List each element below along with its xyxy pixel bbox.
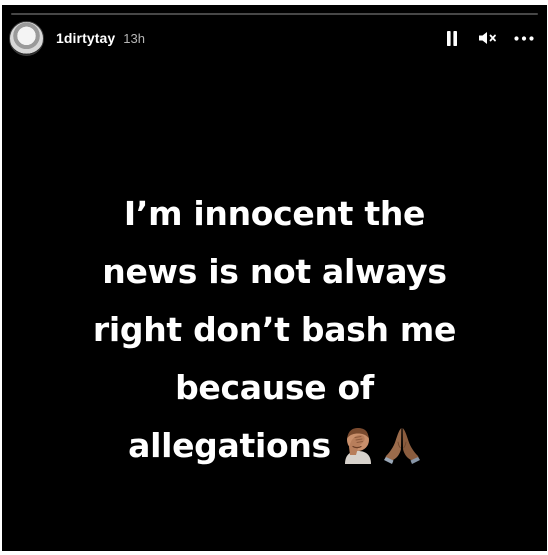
story-header: 1dirtytay 13h — [9, 18, 537, 58]
story-progress-bar — [11, 13, 538, 15]
mute-button[interactable] — [477, 27, 499, 49]
caption-line-last: allegations — [2, 417, 547, 475]
story-caption: I’m innocent the news is not always righ… — [2, 185, 547, 475]
caption-line: I’m innocent the — [123, 194, 426, 233]
timestamp: 13h — [123, 30, 145, 46]
caption-line: news is not always — [102, 252, 447, 291]
caption-line: right don’t bash me — [92, 310, 457, 349]
more-options-icon — [514, 35, 534, 41]
pause-button[interactable] — [441, 27, 463, 49]
muted-speaker-icon — [479, 32, 496, 44]
more-options-button[interactable] — [513, 27, 535, 49]
facepalm-emoji — [344, 427, 371, 464]
caption-line: allegations — [128, 426, 331, 465]
emoji-group — [339, 424, 421, 464]
caption-line: because of — [175, 368, 374, 407]
praying-hands-emoji — [383, 427, 420, 464]
username[interactable]: 1dirtytay — [56, 30, 115, 46]
pause-icon — [447, 30, 457, 46]
story-controls — [441, 27, 535, 49]
story-viewer[interactable]: 1dirtytay 13h I’m innocent the news is n… — [2, 5, 547, 551]
avatar[interactable] — [9, 20, 44, 56]
